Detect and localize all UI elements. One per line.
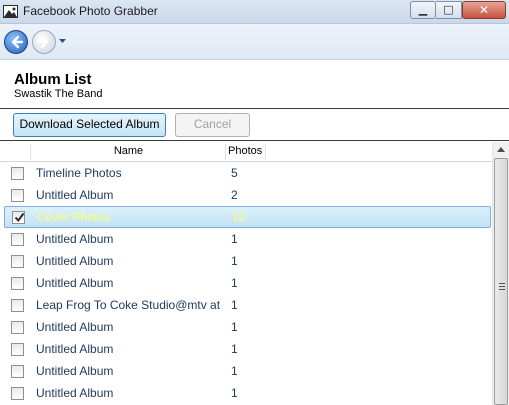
toolbar: Download Selected Album Cancel xyxy=(0,110,509,141)
album-name-cell: Leap Frog To Coke Studio@mtv at xyxy=(36,298,221,312)
column-divider[interactable] xyxy=(225,144,226,160)
photo-count-cell: 1 xyxy=(231,364,238,378)
photo-count-cell: 1 xyxy=(231,320,238,334)
table-row[interactable]: Untitled Album 2 xyxy=(0,184,492,206)
row-checkbox[interactable] xyxy=(11,321,24,334)
back-button[interactable] xyxy=(4,30,28,54)
table-row[interactable]: Untitled Album 1 xyxy=(0,228,492,250)
album-name-cell: Timeline Photos xyxy=(36,166,122,180)
album-name-cell: Untitled Album xyxy=(36,276,114,290)
table-row[interactable]: Cover Photos 10 xyxy=(4,206,491,228)
cancel-button: Cancel xyxy=(175,113,250,137)
album-name-cell: Untitled Album xyxy=(36,342,114,356)
scroll-thumb[interactable] xyxy=(494,158,508,405)
download-selected-album-button[interactable]: Download Selected Album xyxy=(13,113,166,137)
column-header-photos[interactable]: Photos xyxy=(228,142,266,162)
forward-button[interactable] xyxy=(32,30,56,54)
row-checkbox[interactable] xyxy=(11,167,24,180)
row-checkbox[interactable] xyxy=(11,343,24,356)
column-header-name[interactable]: Name xyxy=(32,142,225,162)
maximize-button[interactable]: □ xyxy=(436,1,462,19)
minimize-icon: ▁ xyxy=(418,3,428,16)
back-arrow-icon xyxy=(11,35,24,49)
column-divider[interactable] xyxy=(265,144,266,160)
row-checkbox[interactable] xyxy=(11,277,24,290)
table-row[interactable]: Timeline Photos 5 xyxy=(0,162,492,184)
album-name-cell: Untitled Album xyxy=(36,364,114,378)
picture-icon xyxy=(3,5,18,18)
close-button[interactable]: ✕ xyxy=(462,1,506,19)
album-name-cell: Untitled Album xyxy=(36,320,114,334)
row-checkbox[interactable] xyxy=(11,233,24,246)
list-header: Name Photos xyxy=(0,142,492,162)
album-name-cell: Untitled Album xyxy=(36,254,114,268)
row-checkbox[interactable] xyxy=(11,299,24,312)
close-icon: ✕ xyxy=(478,3,490,17)
row-checkbox[interactable] xyxy=(11,365,24,378)
navigation-bar xyxy=(0,24,509,60)
photo-count-cell: 1 xyxy=(231,254,238,268)
forward-arrow-icon xyxy=(36,35,49,49)
scroll-up-icon[interactable] xyxy=(497,147,505,152)
table-row[interactable]: Untitled Album 1 xyxy=(0,382,492,404)
album-name-cell: Untitled Album xyxy=(36,386,114,400)
vertical-scrollbar[interactable] xyxy=(492,142,509,405)
chevron-down-icon[interactable] xyxy=(59,39,66,44)
photo-count-cell: 2 xyxy=(231,188,238,202)
title-bar: Facebook Photo Grabber ▁ □ ✕ xyxy=(0,0,509,24)
table-row[interactable]: Untitled Album 1 xyxy=(0,338,492,360)
table-row[interactable]: Untitled Album 1 xyxy=(0,272,492,294)
album-name-cell: Untitled Album xyxy=(36,188,114,202)
row-checkbox[interactable] xyxy=(11,189,24,202)
photo-count-cell: 10 xyxy=(232,210,246,224)
row-checkbox[interactable] xyxy=(12,211,25,224)
page-title: Album List xyxy=(14,71,92,88)
column-divider[interactable] xyxy=(30,144,31,160)
photo-count-cell: 1 xyxy=(231,276,238,290)
row-checkbox[interactable] xyxy=(11,387,24,400)
album-name-cell: Untitled Album xyxy=(36,232,114,246)
photo-count-cell: 1 xyxy=(231,386,238,400)
minimize-button[interactable]: ▁ xyxy=(410,1,436,19)
page-subtitle: Swastik The Band xyxy=(14,88,103,100)
row-checkbox[interactable] xyxy=(11,255,24,268)
window-title: Facebook Photo Grabber xyxy=(23,4,158,18)
checkmark-icon xyxy=(14,212,25,223)
table-row[interactable]: Untitled Album 1 xyxy=(0,316,492,338)
photo-count-cell: 1 xyxy=(231,342,238,356)
album-name-cell: Cover Photos xyxy=(37,210,110,224)
photo-count-cell: 1 xyxy=(231,298,238,312)
page-header: Album List Swastik The Band xyxy=(0,61,509,109)
maximize-icon: □ xyxy=(443,3,454,16)
table-row[interactable]: Untitled Album 1 xyxy=(0,360,492,382)
table-row[interactable]: Leap Frog To Coke Studio@mtv at 1 xyxy=(0,294,492,316)
photo-count-cell: 5 xyxy=(231,166,238,180)
grip-icon xyxy=(499,283,505,292)
table-row[interactable]: Untitled Album 1 xyxy=(0,250,492,272)
album-list: Name Photos Timeline Photos 5 Untitled Alb… xyxy=(0,142,509,405)
photo-count-cell: 1 xyxy=(231,232,238,246)
